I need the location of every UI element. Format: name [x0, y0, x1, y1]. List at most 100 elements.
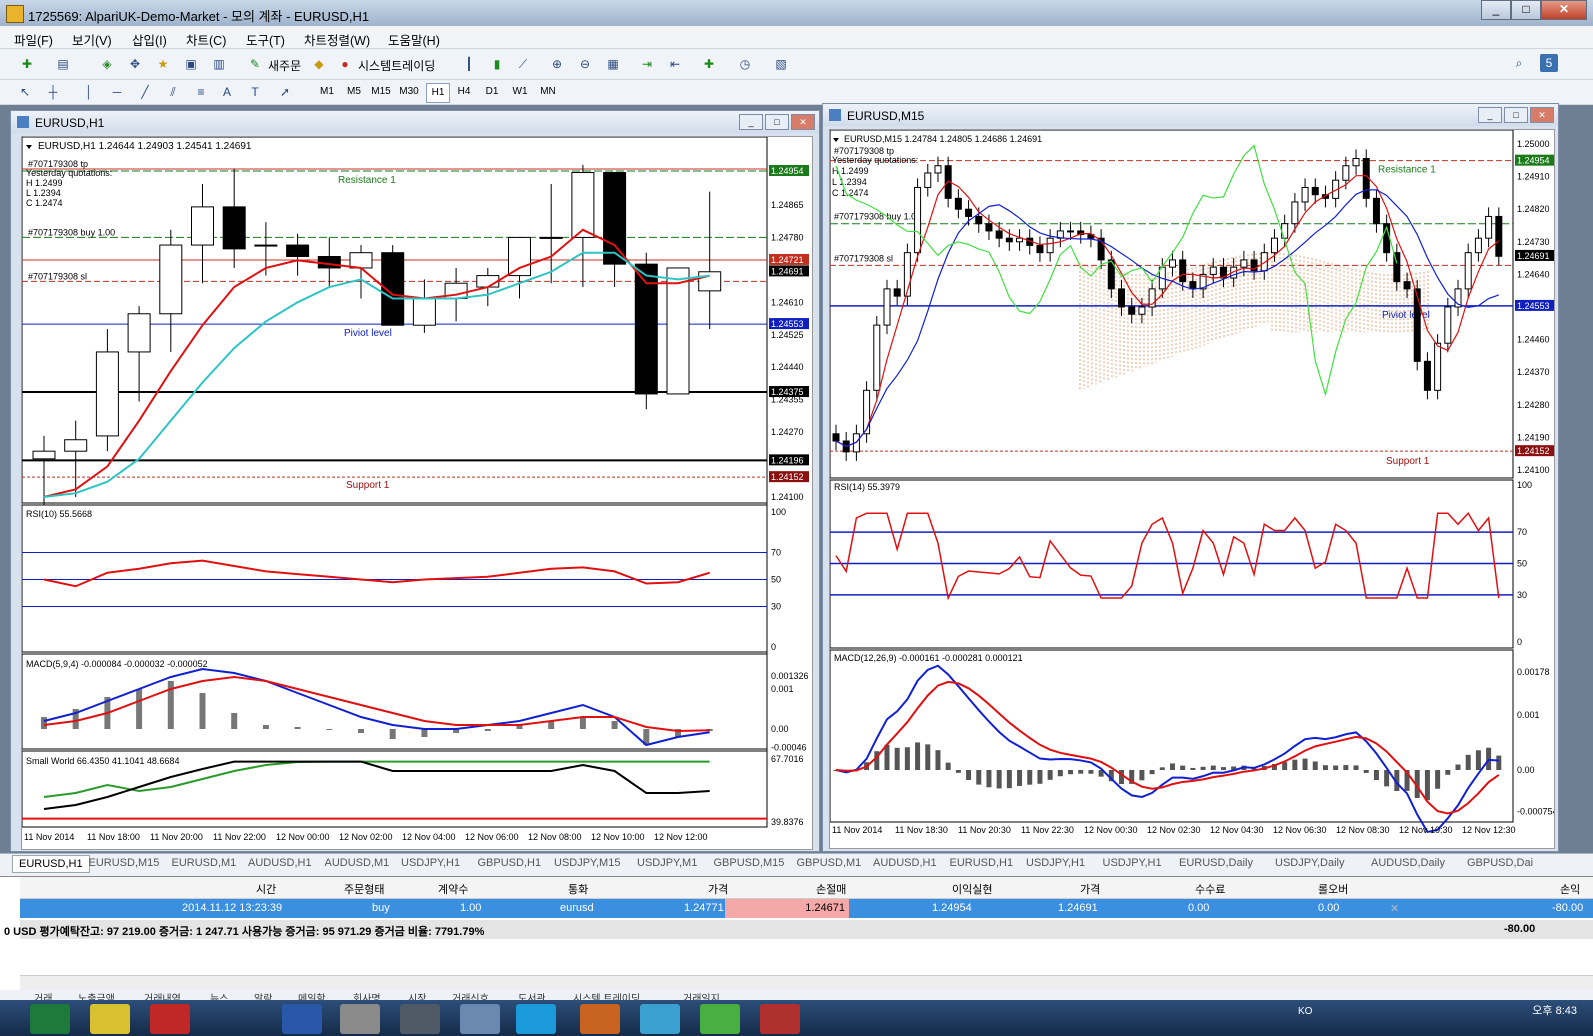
terminal-icon[interactable]: ▣	[182, 55, 200, 73]
candlestick-icon[interactable]: ▮	[488, 55, 506, 73]
chart-window-m15-titlebar[interactable]: EURUSD,M15 _ □ ✕	[823, 104, 1558, 126]
app-taskbar-icon[interactable]	[90, 1004, 130, 1034]
chart-tab[interactable]: USDJPY,H1	[1026, 857, 1085, 869]
channel-icon[interactable]: ⫽	[164, 83, 182, 101]
terminal-tab[interactable]: 노출금액	[78, 990, 115, 1000]
col-time[interactable]: 시간	[256, 881, 276, 897]
autoscroll-icon[interactable]: ⇥	[638, 55, 656, 73]
col-sl[interactable]: 손절매	[816, 881, 846, 897]
chart-tab[interactable]: GBPUSD,M1	[797, 857, 862, 869]
word-taskbar-icon[interactable]	[282, 1004, 322, 1034]
chart-h1-svg[interactable]: EURUSD,H1 1.24644 1.24903 1.24541 1.2469…	[22, 137, 812, 849]
trade-stop-loss[interactable]: 1.24671	[725, 899, 849, 918]
menu-window[interactable]: 차트정렬(W)	[304, 30, 370, 49]
navigator-icon[interactable]: ★	[154, 55, 172, 73]
text-label-icon[interactable]: T	[246, 83, 264, 101]
timeframe-d1[interactable]: D1	[481, 83, 503, 101]
chart-tab[interactable]: GBPUSD,Dai	[1467, 857, 1533, 869]
timeframe-m1[interactable]: M1	[316, 83, 338, 101]
cursor-icon[interactable]: ↖	[16, 83, 34, 101]
chart-tab[interactable]: EURUSD,H1	[12, 855, 90, 873]
chart-tab[interactable]: USDJPY,H1	[401, 857, 460, 869]
chart-tab[interactable]: AUDUSD,H1	[873, 857, 937, 869]
periods-icon[interactable]: ◷	[736, 55, 754, 73]
menu-view[interactable]: 보기(V)	[72, 30, 112, 49]
excel-taskbar-icon[interactable]	[30, 1004, 70, 1034]
terminal-tab[interactable]: 도서관	[518, 990, 546, 1000]
timeframe-m15[interactable]: M15	[370, 83, 392, 101]
autotrading-button[interactable]: 시스템트레이딩	[358, 57, 435, 74]
stop-taskbar-icon[interactable]	[760, 1004, 800, 1034]
horizontal-line-icon[interactable]: ─	[108, 83, 126, 101]
bar-chart-icon[interactable]: ┃	[460, 55, 478, 73]
skype-taskbar-icon[interactable]	[516, 1004, 556, 1034]
terminal-tab[interactable]: 시스템 트레이딩	[573, 990, 640, 1000]
chart-tab[interactable]: AUDUSD,H1	[248, 857, 312, 869]
terminal-tab[interactable]: 거래내역	[144, 990, 181, 1000]
chart-shift-icon[interactable]: ⇤	[666, 55, 684, 73]
chart-tab[interactable]: AUDUSD,Daily	[1371, 857, 1445, 869]
chart-m15-restore-button[interactable]: □	[1504, 107, 1528, 123]
menu-help[interactable]: 도움말(H)	[388, 30, 440, 49]
chart-tab[interactable]: USDJPY,Daily	[1275, 857, 1345, 869]
chart-taskbar-icon[interactable]	[700, 1004, 740, 1034]
chart-tab[interactable]: EURUSD,Daily	[1179, 857, 1253, 869]
close-trade-icon[interactable]: ✕	[1390, 902, 1399, 915]
col-price[interactable]: 가격	[708, 881, 728, 897]
terminal-tab[interactable]: 거래일지	[683, 990, 720, 1000]
new-order-button[interactable]: 새주문	[268, 57, 301, 74]
terminal-tab[interactable]: 거래	[34, 990, 52, 1000]
metaeditor-icon[interactable]: ◆	[310, 55, 328, 73]
menu-tools[interactable]: 도구(T)	[246, 30, 285, 49]
timeframe-h4[interactable]: H4	[453, 83, 475, 101]
window-taskbar-icon[interactable]	[340, 1004, 380, 1034]
terminal-tab[interactable]: 메일함	[298, 990, 326, 1000]
terminal-scrollbar[interactable]	[20, 975, 1593, 990]
folder-taskbar-icon[interactable]	[580, 1004, 620, 1034]
zoom-out-icon[interactable]: ⊖	[576, 55, 594, 73]
vertical-line-icon[interactable]: │	[80, 83, 98, 101]
templates-icon[interactable]: ▧	[772, 55, 790, 73]
search-icon[interactable]: ⌕	[1510, 54, 1528, 72]
timeframe-m5[interactable]: M5	[343, 83, 365, 101]
new-order-icon[interactable]: ✎	[246, 55, 264, 73]
chart-m15-minimize-button[interactable]: _	[1478, 107, 1502, 123]
crosshair-icon[interactable]: ┼	[44, 83, 62, 101]
chart-h1-minimize-button[interactable]: _	[739, 114, 763, 130]
snipping-taskbar-icon[interactable]	[400, 1004, 440, 1034]
mt4-taskbar-icon[interactable]	[150, 1004, 190, 1034]
col-size[interactable]: 계약수	[438, 881, 468, 897]
col-symbol[interactable]: 통화	[568, 881, 588, 897]
arrows-icon[interactable]: ➚	[276, 83, 294, 101]
data-window-icon[interactable]: ✥	[126, 55, 144, 73]
autotrading-icon[interactable]: ●	[336, 55, 354, 73]
col-commission[interactable]: 수수료	[1195, 881, 1225, 897]
minimize-button[interactable]: _	[1481, 0, 1511, 20]
terminal-tab[interactable]: 뉴스	[210, 990, 228, 1000]
text-icon[interactable]: A	[218, 83, 236, 101]
trade-row[interactable]: 2014.11.12 13:23:39 buy 1.00 eurusd 1.24…	[20, 899, 1593, 918]
menu-charts[interactable]: 차트(C)	[186, 30, 226, 49]
timeframe-h1[interactable]: H1	[426, 83, 450, 103]
chart-tab[interactable]: USDJPY,M1	[637, 857, 697, 869]
fibonacci-icon[interactable]: ≡	[192, 83, 210, 101]
chart-tab[interactable]: GBPUSD,M15	[714, 857, 785, 869]
tile-windows-icon[interactable]: ▦	[604, 55, 622, 73]
chart-m15-close-button[interactable]: ✕	[1530, 107, 1554, 123]
menu-insert[interactable]: 삽입(I)	[132, 30, 167, 49]
language-indicator[interactable]: KO	[1298, 1006, 1312, 1017]
chart-m15-svg[interactable]: EURUSD,M15 1.24784 1.24805 1.24686 1.246…	[830, 130, 1554, 848]
clock[interactable]: 오후 8:43	[1532, 1002, 1577, 1018]
terminal-tab[interactable]: 시장	[408, 990, 426, 1000]
chart-tab[interactable]: EURUSD,H1	[950, 857, 1014, 869]
col-tp[interactable]: 이익실현	[952, 881, 992, 897]
chart-h1-restore-button[interactable]: □	[765, 114, 789, 130]
chart-h1-close-button[interactable]: ✕	[791, 114, 815, 130]
chart-tab[interactable]: EURUSD,M15	[89, 857, 160, 869]
profiles-icon[interactable]: ▤	[54, 55, 72, 73]
chart-window-h1-titlebar[interactable]: EURUSD,H1 _ □ ✕	[11, 111, 819, 133]
chart-m15-canvas[interactable]: EURUSD,M15 1.24784 1.24805 1.24686 1.246…	[829, 129, 1555, 849]
zoom-in-icon[interactable]: ⊕	[548, 55, 566, 73]
chart-tab[interactable]: USDJPY,M15	[554, 857, 620, 869]
new-chart-icon[interactable]: ✚	[18, 55, 36, 73]
